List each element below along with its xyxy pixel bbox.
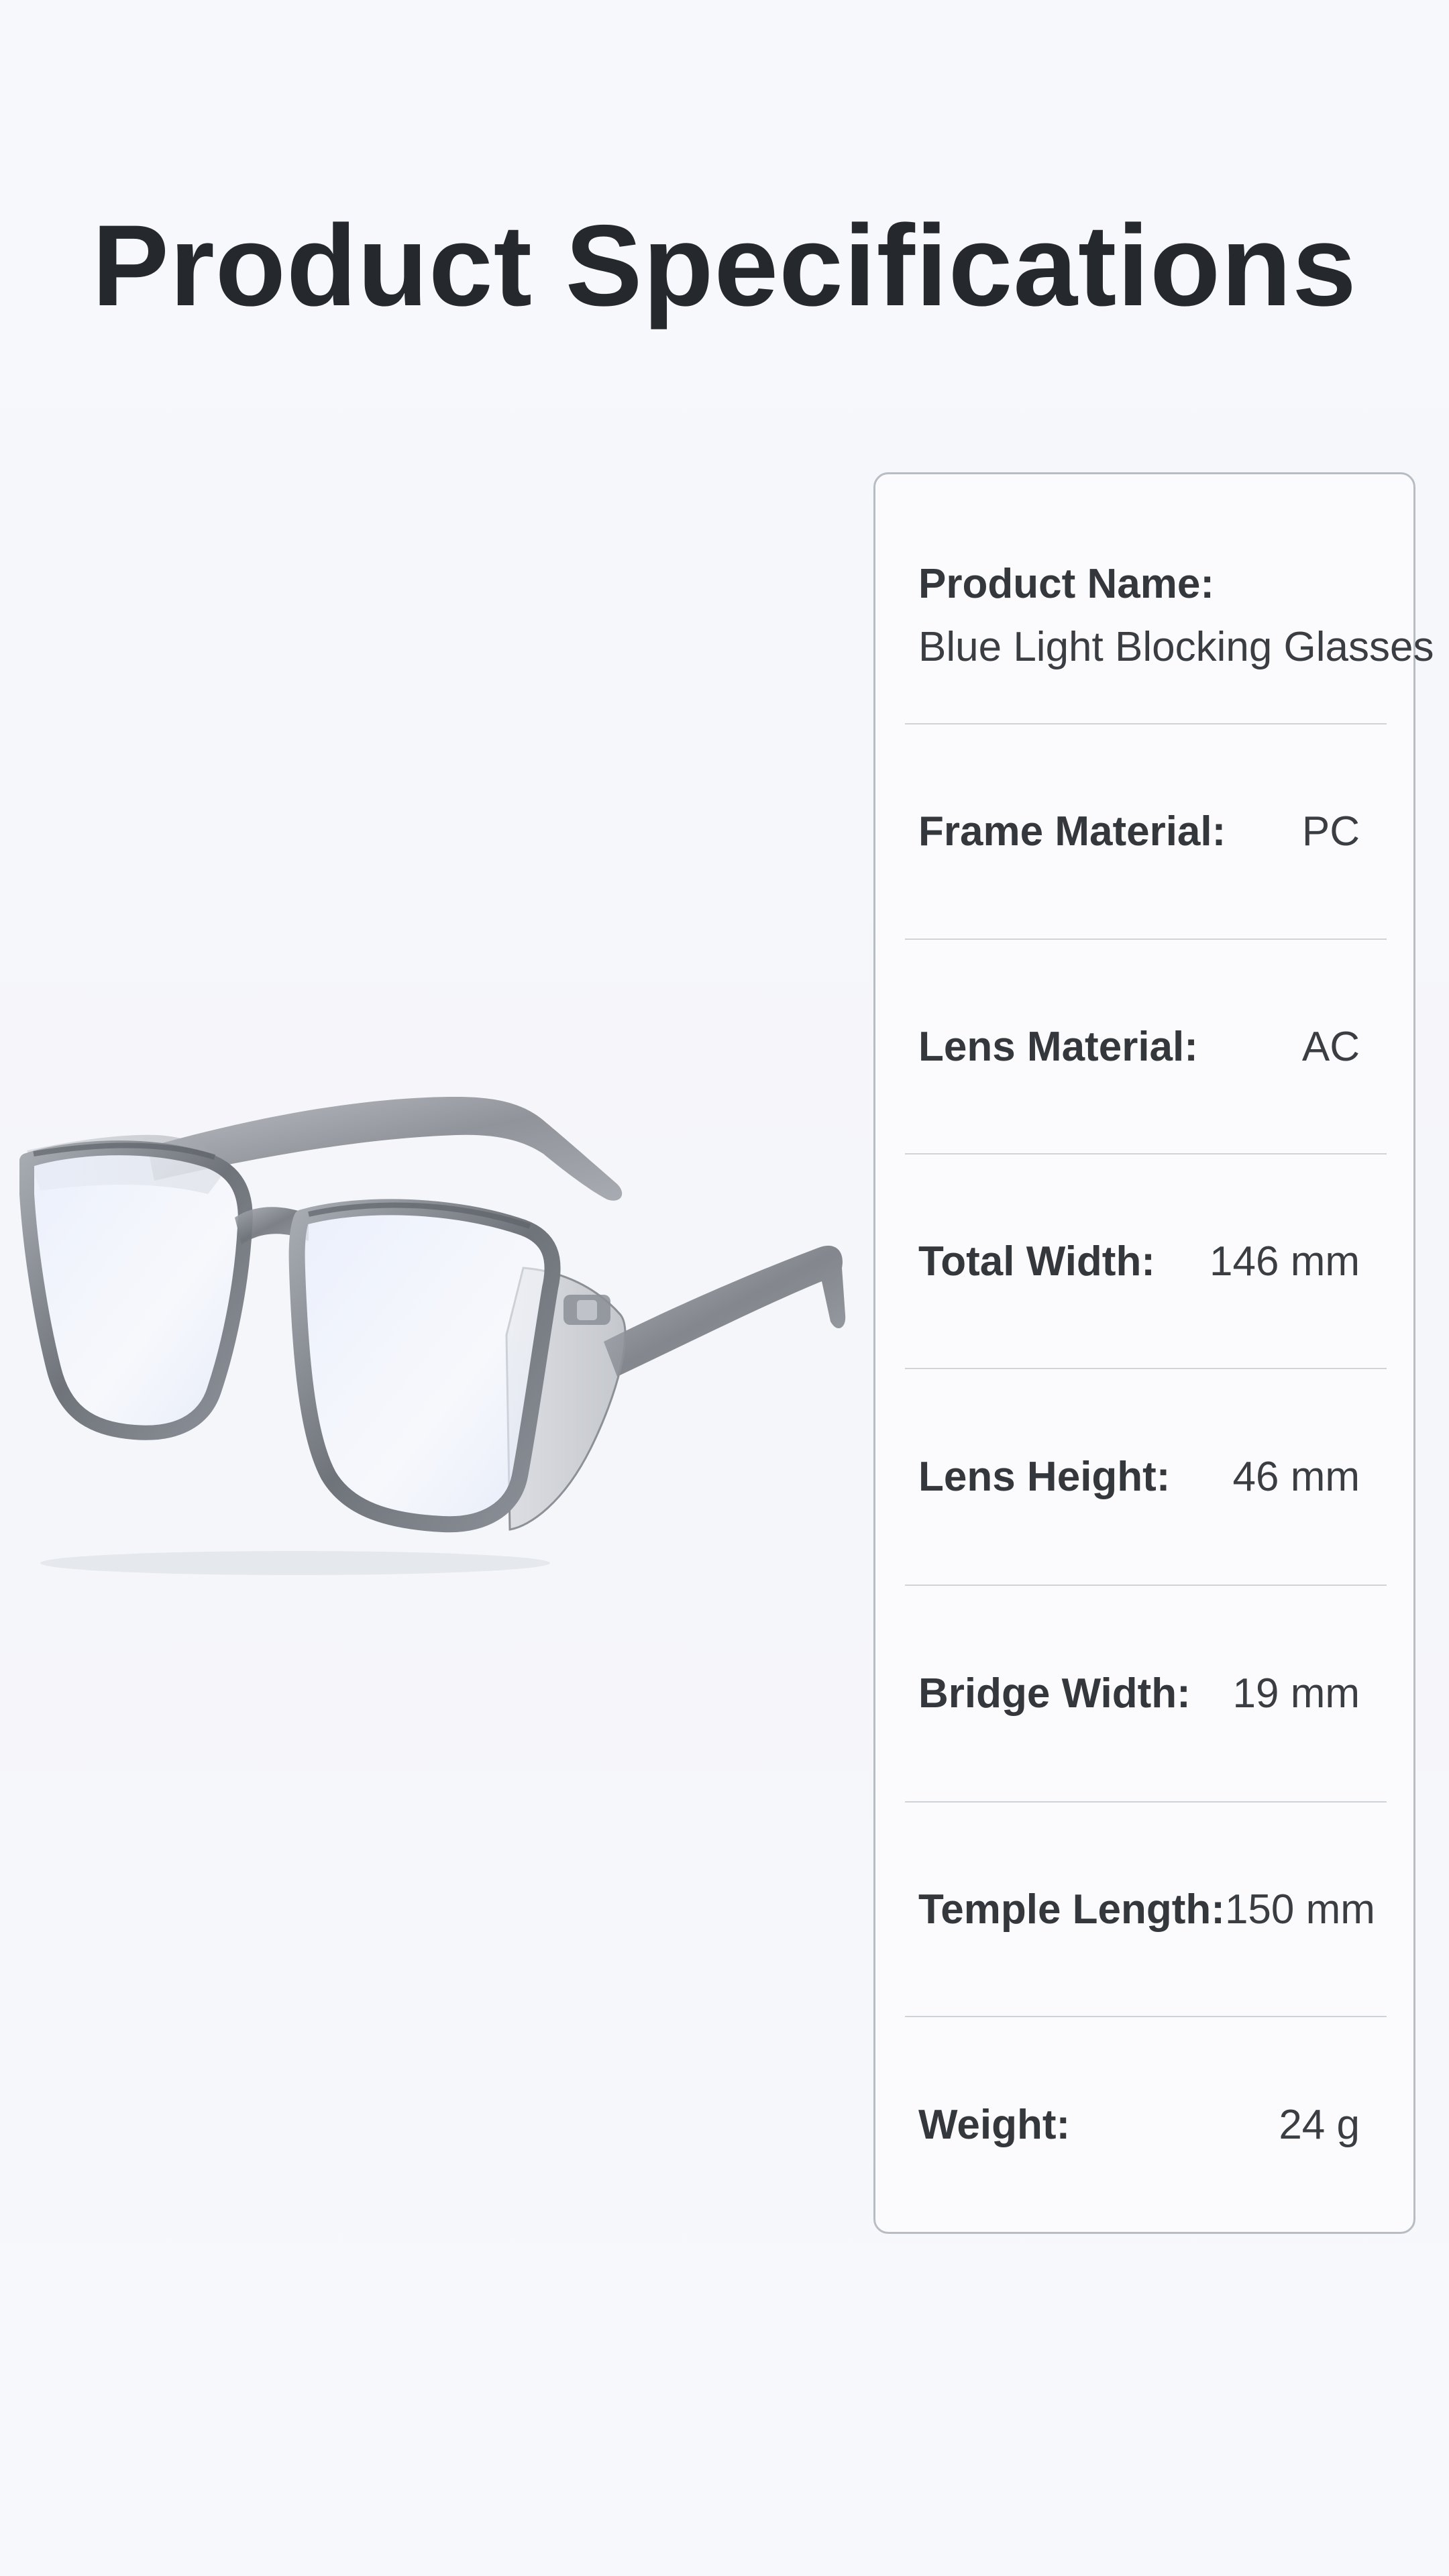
- spec-label: Product Name:: [918, 561, 1214, 607]
- spec-row-weight: Weight: 24 g: [905, 2017, 1387, 2232]
- spec-value: 46 mm: [1232, 1454, 1360, 1500]
- spec-label: Temple Length:: [918, 1886, 1225, 1933]
- spec-row-temple-length: Temple Length: 150 mm: [905, 1803, 1387, 2017]
- spec-label: Frame Material:: [918, 808, 1226, 855]
- spec-label: Total Width:: [918, 1238, 1155, 1285]
- spec-value: 24 g: [1279, 2101, 1360, 2148]
- spec-label: Bridge Width:: [918, 1670, 1191, 1717]
- spec-value: 150 mm: [1224, 1886, 1375, 1933]
- spec-row-product-name: Product Name: Blue Light Blocking Glasse…: [905, 474, 1434, 724]
- spec-label: Weight:: [918, 2101, 1071, 2148]
- spec-label: Lens Material:: [918, 1023, 1198, 1070]
- spec-row-frame-material: Frame Material: PC: [905, 724, 1387, 940]
- spec-value: AC: [1301, 1023, 1360, 1070]
- spec-value: 19 mm: [1232, 1670, 1360, 1717]
- spec-row-total-width: Total Width: 146 mm: [905, 1155, 1387, 1369]
- spec-value: Blue Light Blocking Glasses: [918, 624, 1434, 670]
- glasses-icon: [19, 1097, 846, 1575]
- product-spec-page: Product Specifications Product Name: Blu…: [0, 0, 1449, 2576]
- spec-row-lens-height: Lens Height: 46 mm: [905, 1369, 1387, 1586]
- spec-value: PC: [1301, 808, 1360, 855]
- spec-card: Product Name: Blue Light Blocking Glasse…: [873, 472, 1434, 2234]
- spec-value: 146 mm: [1210, 1238, 1360, 1285]
- spec-row-bridge-width: Bridge Width: 19 mm: [905, 1586, 1387, 1803]
- spec-row-lens-material: Lens Material: AC: [905, 940, 1387, 1155]
- page-title: Product Specifications: [92, 201, 1357, 330]
- spec-label: Lens Height:: [918, 1454, 1171, 1500]
